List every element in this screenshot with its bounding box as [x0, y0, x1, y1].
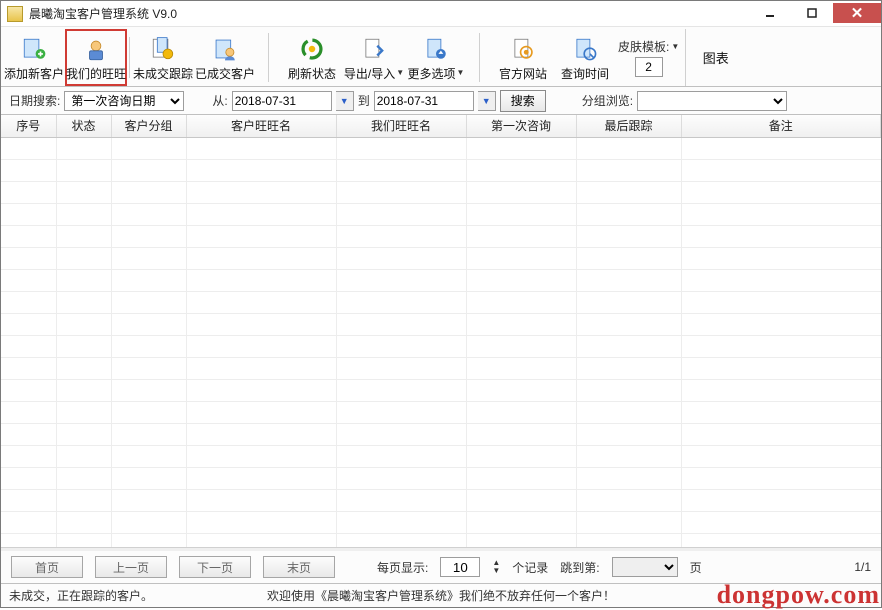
refresh-label: 刷新状态	[288, 65, 336, 82]
results-table-body[interactable]	[1, 138, 881, 548]
records-label: 个记录	[512, 559, 548, 576]
window-title: 晨曦淘宝客户管理系统 V9.0	[29, 5, 177, 22]
group-view-select[interactable]	[637, 91, 787, 111]
to-label: 到	[358, 92, 370, 109]
untracked-label: 未成交跟踪	[133, 65, 193, 82]
from-label: 从:	[212, 92, 227, 109]
untracked-button[interactable]: 未成交跟踪	[132, 29, 194, 86]
group-view-label: 分组浏览:	[582, 92, 633, 109]
our-wangwang-icon	[81, 35, 111, 64]
add-customer-button[interactable]: 添加新客户	[3, 29, 65, 86]
minimize-button[interactable]	[749, 3, 791, 23]
closed-customers-label: 已成交客户	[195, 65, 255, 82]
app-icon	[7, 6, 23, 22]
per-page-down-icon[interactable]: ▼	[492, 567, 500, 575]
next-page-button[interactable]: 下一页	[179, 556, 251, 578]
import-export-icon	[359, 34, 389, 64]
skin-label: 皮肤模板:	[618, 38, 669, 55]
add-customer-icon	[19, 34, 49, 64]
our-wangwang-button[interactable]: 我们的旺旺	[65, 29, 127, 86]
date-field-select[interactable]: 第一次咨询日期	[64, 91, 184, 111]
refresh-icon	[297, 34, 327, 64]
import-export-label: 导出/导入	[344, 65, 395, 82]
window-titlebar: 晨曦淘宝客户管理系统 V9.0 ✕	[1, 1, 881, 27]
refresh-button[interactable]: 刷新状态	[281, 29, 343, 86]
filter-bar: 日期搜索: 第一次咨询日期 从: ▼ 到 ▼ 搜索 分组浏览:	[1, 87, 881, 115]
date-search-label: 日期搜索:	[9, 92, 60, 109]
skin-value-input[interactable]	[635, 57, 663, 77]
import-export-button[interactable]: 导出/导入 ▼	[343, 29, 405, 86]
main-toolbar: 添加新客户 我们的旺旺 未成交跟踪 已成交客户 刷新状态 导出/导入 ▼	[1, 27, 881, 87]
query-time-button[interactable]: 查询时间	[554, 29, 616, 86]
search-button[interactable]: 搜索	[500, 90, 546, 112]
chevron-down-icon: ▼	[396, 69, 404, 77]
col-group[interactable]: 客户分组	[111, 115, 186, 137]
official-site-button[interactable]: 官方网站	[492, 29, 554, 86]
skin-template-box: 皮肤模板: ▼	[616, 29, 685, 86]
col-remark[interactable]: 备注	[681, 115, 881, 137]
chart-button[interactable]: 图表	[685, 29, 745, 86]
col-last[interactable]: 最后跟踪	[576, 115, 681, 137]
our-wangwang-label: 我们的旺旺	[66, 65, 126, 82]
col-first[interactable]: 第一次咨询	[466, 115, 576, 137]
page-suffix-label: 页	[690, 559, 702, 576]
jump-page-select[interactable]	[612, 557, 678, 577]
closed-customers-button[interactable]: 已成交客户	[194, 29, 256, 86]
query-time-icon	[570, 34, 600, 64]
maximize-button[interactable]	[791, 3, 833, 23]
official-site-icon	[508, 34, 538, 64]
more-options-label: 更多选项	[408, 65, 456, 82]
more-options-icon	[421, 34, 451, 64]
add-customer-label: 添加新客户	[4, 65, 64, 82]
results-table: 序号 状态 客户分组 客户旺旺名 我们旺旺名 第一次咨询 最后跟踪 备注	[1, 115, 881, 138]
closed-customers-icon	[210, 34, 240, 64]
pager-bar: 首页 上一页 下一页 末页 每页显示: ▲ ▼ 个记录 跳到第: 页 1/1	[1, 551, 881, 583]
results-table-area: 序号 状态 客户分组 客户旺旺名 我们旺旺名 第一次咨询 最后跟踪 备注	[1, 115, 881, 547]
col-our-ww[interactable]: 我们旺旺名	[336, 115, 466, 137]
status-bar: 未成交，正在跟踪的客户。 欢迎使用《晨曦淘宝客户管理系统》我们绝不放弃任何一个客…	[1, 583, 881, 607]
col-index[interactable]: 序号	[1, 115, 56, 137]
query-time-label: 查询时间	[561, 65, 609, 82]
jump-label: 跳到第:	[560, 559, 599, 576]
col-status[interactable]: 状态	[56, 115, 111, 137]
prev-page-button[interactable]: 上一页	[95, 556, 167, 578]
from-date-input[interactable]	[232, 91, 332, 111]
per-page-input[interactable]	[440, 557, 480, 577]
status-left-text: 未成交，正在跟踪的客户。	[9, 587, 153, 604]
last-page-button[interactable]: 末页	[263, 556, 335, 578]
more-options-button[interactable]: 更多选项 ▼	[405, 29, 467, 86]
per-page-label: 每页显示:	[377, 559, 428, 576]
from-date-picker-button[interactable]: ▼	[336, 91, 354, 111]
to-date-picker-button[interactable]: ▼	[478, 91, 496, 111]
chevron-down-icon: ▼	[671, 43, 679, 51]
close-button[interactable]: ✕	[833, 3, 881, 23]
first-page-button[interactable]: 首页	[11, 556, 83, 578]
to-date-input[interactable]	[374, 91, 474, 111]
col-cust-ww[interactable]: 客户旺旺名	[186, 115, 336, 137]
chevron-down-icon: ▼	[457, 69, 465, 77]
page-total: 1/1	[831, 560, 871, 574]
chart-button-label: 图表	[703, 48, 729, 67]
untracked-icon	[148, 34, 178, 64]
official-site-label: 官方网站	[499, 65, 547, 82]
